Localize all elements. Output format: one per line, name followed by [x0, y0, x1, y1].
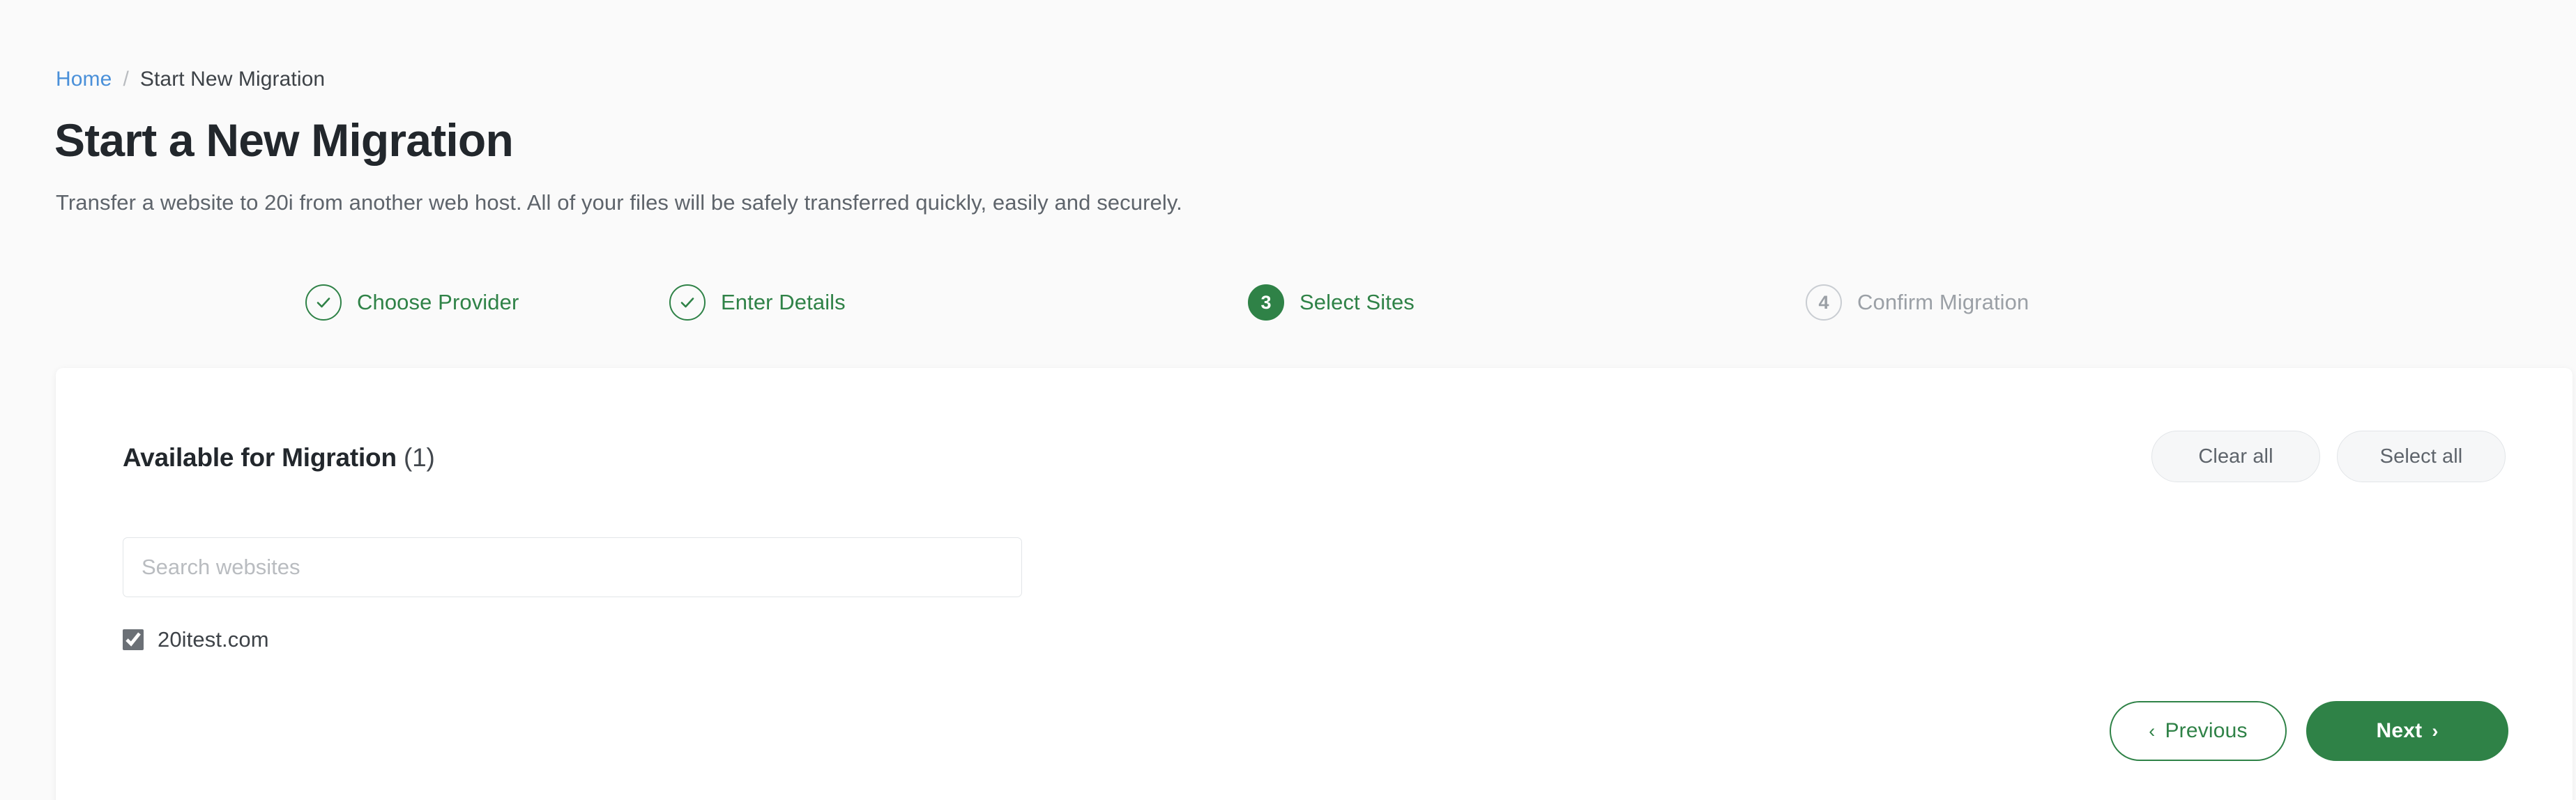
available-for-migration-text: Available for Migration: [123, 443, 397, 472]
step-select-sites[interactable]: 3 Select Sites: [1248, 284, 1806, 321]
site-checkbox[interactable]: [123, 629, 144, 650]
step-choose-provider[interactable]: Choose Provider: [56, 284, 669, 321]
wizard-stepper: Choose Provider Enter Details 3 Select S…: [56, 284, 2520, 321]
step-4-label: Confirm Migration: [1857, 290, 2029, 314]
wizard-navigation: ‹ Previous Next ›: [2110, 701, 2508, 761]
select-sites-card: Available for Migration (1) Clear all Se…: [56, 368, 2573, 800]
site-list-item[interactable]: 20itest.com: [123, 627, 269, 652]
card-header: Available for Migration (1) Clear all Se…: [123, 431, 2506, 485]
next-button[interactable]: Next ›: [2306, 701, 2508, 761]
clear-all-button[interactable]: Clear all: [2151, 431, 2320, 482]
available-count: (1): [403, 443, 435, 472]
available-for-migration-heading: Available for Migration (1): [123, 443, 435, 472]
step-enter-details[interactable]: Enter Details: [669, 284, 1248, 321]
breadcrumb: Home / Start New Migration: [56, 68, 325, 91]
next-button-label: Next: [2376, 719, 2423, 742]
step-3-label: Select Sites: [1300, 290, 1415, 314]
search-websites-input[interactable]: [123, 537, 1022, 597]
step-1-label: Choose Provider: [357, 290, 519, 314]
step-1-indicator: [305, 284, 342, 321]
previous-button-label: Previous: [2165, 719, 2248, 742]
available-sites-list: 20itest.com: [123, 627, 269, 652]
selection-actions: Clear all Select all: [2151, 431, 2506, 482]
check-icon: [317, 298, 330, 308]
breadcrumb-home-link[interactable]: Home: [56, 68, 112, 91]
page-subtitle: Transfer a website to 20i from another w…: [56, 190, 1182, 215]
chevron-right-icon: ›: [2432, 720, 2439, 741]
step-confirm-migration[interactable]: 4 Confirm Migration: [1806, 284, 2363, 321]
step-2-indicator: [669, 284, 706, 321]
chevron-left-icon: ‹: [2149, 720, 2156, 741]
step-3-indicator: 3: [1248, 284, 1284, 321]
previous-button[interactable]: ‹ Previous: [2110, 701, 2287, 761]
step-4-indicator: 4: [1806, 284, 1842, 321]
check-icon: [680, 298, 694, 308]
site-label: 20itest.com: [158, 627, 269, 652]
step-2-label: Enter Details: [721, 290, 846, 314]
breadcrumb-current: Start New Migration: [139, 68, 326, 91]
page-title: Start a New Migration: [54, 114, 514, 166]
select-all-button[interactable]: Select all: [2337, 431, 2506, 482]
breadcrumb-separator: /: [123, 68, 129, 91]
migration-wizard-page: Home / Start New Migration Start a New M…: [0, 0, 2576, 800]
